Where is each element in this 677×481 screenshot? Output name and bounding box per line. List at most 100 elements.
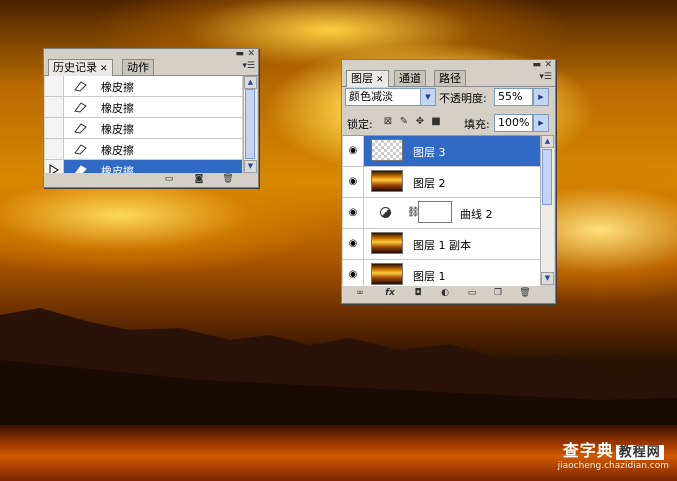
snapshot-camera-icon[interactable]: ◙ [193,174,205,185]
history-item[interactable]: 橡皮擦 [45,97,242,118]
snapshot-checkbox[interactable] [45,118,64,138]
tab-close-icon[interactable]: ✕ [376,75,384,85]
history-item-selected[interactable]: 橡皮擦 [45,160,242,173]
layers-tabs: 图层 ✕ 通道 路径 ▾☰ [342,70,555,87]
eraser-icon [74,123,87,134]
scroll-down-icon[interactable]: ▼ [244,160,257,173]
scroll-thumb[interactable] [245,89,255,159]
history-scrollbar[interactable]: ▲ ▼ [243,76,257,173]
opacity-value: 55% [498,90,523,103]
layer-style-fx-icon[interactable]: fx [382,288,398,299]
layer-row[interactable]: ◉ 图层 3 [343,136,540,167]
scroll-thumb[interactable] [542,149,552,205]
layers-scrollbar[interactable]: ▲ ▼ [540,135,554,285]
lock-move-icon[interactable]: ✥ [414,116,426,128]
history-pointer-icon [49,164,59,173]
history-state-marker[interactable] [45,160,64,173]
watermark: 查字典 教程网 jiaocheng.chazidian.com [558,437,669,471]
eye-icon[interactable]: ◉ [343,136,364,166]
layer-name: 图层 1 副本 [413,239,471,252]
panel-menu-icon[interactable]: ▾☰ [539,72,552,82]
tab-history[interactable]: 历史记录 ✕ [48,59,113,76]
scroll-up-icon[interactable]: ▲ [541,135,554,148]
curves-adjustment-icon [380,207,391,218]
new-group-icon[interactable]: ▭ [466,288,478,299]
fill-value: 100% [498,116,530,129]
history-item[interactable]: 橡皮擦 [45,76,242,97]
eraser-icon [74,144,87,155]
eye-icon[interactable]: ◉ [343,198,364,228]
watermark-url: jiaocheng.chazidian.com [557,461,669,471]
scroll-up-icon[interactable]: ▲ [244,76,257,89]
layer-row[interactable]: ◉ 图层 1 副本 [343,229,540,260]
history-titlebar[interactable]: ▬ ✕ [44,49,258,59]
snapshot-checkbox[interactable] [45,97,64,117]
adjustment-layer-row[interactable]: ◉ ⛓ 曲线 2 [343,198,540,229]
layer-thumbnail [371,170,403,192]
eye-icon[interactable]: ◉ [343,229,364,259]
opacity-label: 不透明度: [439,92,487,105]
layer-list: ◉ 图层 3 ◉ 图层 2 ◉ ⛓ 曲线 2 ◉ 图层 1 副本 ◉ 图层 1 [343,135,540,286]
layer-row[interactable]: ◉ 图层 1 [343,260,540,286]
eraser-icon [74,81,87,92]
layer-name: 图层 3 [413,146,446,159]
minimize-icon[interactable]: ▬ [532,60,541,70]
panel-menu-icon[interactable]: ▾☰ [242,61,255,71]
history-tabs: 历史记录 ✕ 动作 ▾☰ [44,59,258,76]
mountain-silhouette [0,308,677,435]
adjustment-layer-icon[interactable]: ◐ [439,288,451,299]
snapshot-checkbox[interactable] [45,139,64,159]
history-bottom-bar: ▭ ◙ 🗑 [44,173,258,187]
fill-field[interactable]: 100% [494,114,533,132]
eraser-icon [74,102,87,113]
lock-all-icon[interactable]: ■ [430,116,442,128]
trash-icon[interactable]: 🗑 [519,288,531,299]
close-icon[interactable]: ✕ [544,60,552,70]
add-mask-icon[interactable]: ◘ [412,288,424,299]
history-panel: ▬ ✕ 历史记录 ✕ 动作 ▾☰ 橡皮擦 橡皮擦 橡皮擦 橡皮擦 橡皮擦 ▲ ▼… [43,48,259,188]
layers-panel: ▬ ✕ 图层 ✕ 通道 路径 ▾☰ 颜色减淡 ▼ 不透明度: 55% ▶ 锁定: … [341,59,556,304]
lock-brush-icon[interactable]: ✎ [398,116,410,128]
history-list: 橡皮擦 橡皮擦 橡皮擦 橡皮擦 橡皮擦 [45,76,242,173]
new-layer-icon[interactable]: ❐ [492,288,504,299]
opacity-slider-button[interactable]: ▶ [533,88,549,106]
history-item-label: 橡皮擦 [101,165,134,173]
lock-transparency-icon[interactable]: ⊠ [382,116,394,128]
blend-mode-value: 颜色减淡 [349,90,393,103]
scroll-down-icon[interactable]: ▼ [541,272,554,285]
trash-icon[interactable]: 🗑 [222,174,234,185]
eye-icon[interactable]: ◉ [343,167,364,197]
tab-layers-label: 图层 [351,72,373,85]
tab-paths[interactable]: 路径 [434,70,466,86]
history-item-label: 橡皮擦 [101,144,134,157]
chevron-down-icon[interactable]: ▼ [420,89,435,105]
blend-mode-select[interactable]: 颜色减淡 ▼ [345,88,436,106]
tab-close-icon[interactable]: ✕ [100,64,108,74]
eye-icon[interactable]: ◉ [343,260,364,286]
minimize-icon[interactable]: ▬ [235,49,244,59]
tab-layers[interactable]: 图层 ✕ [346,70,389,87]
fill-label: 填充: [464,118,490,131]
tab-paths-label: 路径 [439,72,461,85]
layer-thumbnail [371,263,403,285]
close-icon[interactable]: ✕ [247,49,255,59]
layer-name: 图层 1 [413,270,446,283]
snapshot-checkbox[interactable] [45,76,64,96]
layers-bottom-bar: ∞ fx ◘ ◐ ▭ ❐ 🗑 [342,287,555,303]
layer-thumbnail [371,232,403,254]
new-document-from-state-icon[interactable]: ▭ [163,174,175,185]
eraser-icon [75,165,87,173]
tab-actions-label: 动作 [127,61,149,74]
tab-actions[interactable]: 动作 [122,59,154,75]
layers-titlebar[interactable]: ▬ ✕ [342,60,555,70]
layer-row[interactable]: ◉ 图层 2 [343,167,540,198]
watermark-box: 教程网 [615,445,664,460]
tab-channels[interactable]: 通道 [394,70,426,86]
link-layers-icon[interactable]: ∞ [352,288,368,299]
tab-channels-label: 通道 [399,72,421,85]
history-item[interactable]: 橡皮擦 [45,118,242,139]
history-item[interactable]: 橡皮擦 [45,139,242,160]
layer-thumbnail [371,139,403,161]
fill-slider-button[interactable]: ▶ [533,114,549,132]
opacity-field[interactable]: 55% [494,88,533,106]
